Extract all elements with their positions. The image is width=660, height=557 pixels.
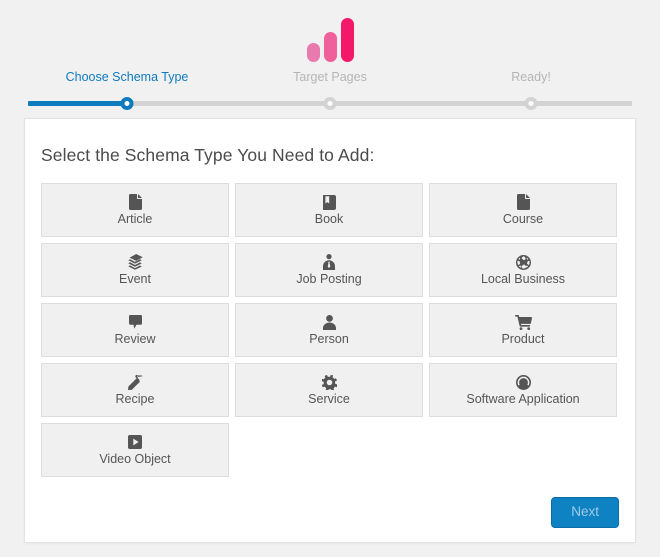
schema-tile-label: Review xyxy=(114,331,156,346)
logo-header xyxy=(0,0,660,62)
play-square-icon xyxy=(128,434,142,451)
schema-tile-product[interactable]: Product xyxy=(429,303,617,357)
schema-tile-label: Service xyxy=(308,391,350,406)
brand-logo xyxy=(306,18,354,62)
file-icon xyxy=(128,194,142,211)
card-footer: Next xyxy=(551,497,619,528)
page-title: Select the Schema Type You Need to Add: xyxy=(41,145,375,165)
stepper-labels: Choose Schema Type Target Pages Ready! xyxy=(0,70,660,92)
schema-tile-service[interactable]: Service xyxy=(235,363,423,417)
schema-tile-label: Book xyxy=(314,211,344,226)
schema-tile-video-object[interactable]: Video Object xyxy=(41,423,229,477)
stepper-label-1: Choose Schema Type xyxy=(65,70,189,84)
stepper-dot-2[interactable] xyxy=(323,97,337,110)
user-tie-icon xyxy=(323,254,335,271)
schema-tile-local-business[interactable]: Local Business xyxy=(429,243,617,297)
schema-selection-card: Select the Schema Type You Need to Add: … xyxy=(24,118,636,543)
schema-tile-label: Recipe xyxy=(115,391,155,406)
stepper-track xyxy=(28,97,632,110)
stepper-label-3: Ready! xyxy=(511,70,551,84)
logo-bar-1 xyxy=(306,43,320,62)
gear-icon xyxy=(321,374,337,391)
schema-tile-book[interactable]: Book xyxy=(235,183,423,237)
logo-bar-2 xyxy=(323,32,337,62)
schema-tile-label: Course xyxy=(502,211,544,226)
schema-tile-label: Event xyxy=(119,271,151,286)
shopping-cart-icon xyxy=(514,314,532,331)
dashboard-icon xyxy=(515,374,531,391)
book-icon xyxy=(322,194,336,211)
logo-bar-3 xyxy=(340,18,354,62)
schema-tile-recipe[interactable]: Recipe xyxy=(41,363,229,417)
stepper-track-fill xyxy=(28,101,127,106)
stepper-label-2: Target Pages xyxy=(293,70,367,84)
next-button[interactable]: Next xyxy=(551,497,619,528)
calendar-stack-icon xyxy=(127,254,143,271)
schema-tile-label: Person xyxy=(309,331,349,346)
schema-tile-software-application[interactable]: Software Application xyxy=(429,363,617,417)
carrot-icon xyxy=(127,374,143,391)
schema-tile-label: Job Posting xyxy=(296,271,362,286)
schema-tile-label: Product xyxy=(501,331,545,346)
schema-tile-label: Local Business xyxy=(480,271,566,286)
user-icon xyxy=(322,314,336,331)
schema-tile-course[interactable]: Course xyxy=(429,183,617,237)
file-icon xyxy=(516,194,530,211)
wizard-stepper: Choose Schema Type Target Pages Ready! xyxy=(0,70,660,114)
schema-tile-review[interactable]: Review xyxy=(41,303,229,357)
schema-tile-label: Software Application xyxy=(466,391,580,406)
speech-bubble-icon xyxy=(128,314,142,331)
globe-icon xyxy=(515,254,531,271)
schema-tile-label: Article xyxy=(117,211,153,226)
schema-tile-event[interactable]: Event xyxy=(41,243,229,297)
schema-tile-label: Video Object xyxy=(99,451,171,466)
stepper-dot-1[interactable] xyxy=(120,97,134,110)
schema-tile-person[interactable]: Person xyxy=(235,303,423,357)
stepper-dot-3[interactable] xyxy=(524,97,538,110)
schema-tile-article[interactable]: Article xyxy=(41,183,229,237)
schema-type-grid: Article Book Course Event Job Posting Lo… xyxy=(41,183,617,477)
schema-tile-job-posting[interactable]: Job Posting xyxy=(235,243,423,297)
